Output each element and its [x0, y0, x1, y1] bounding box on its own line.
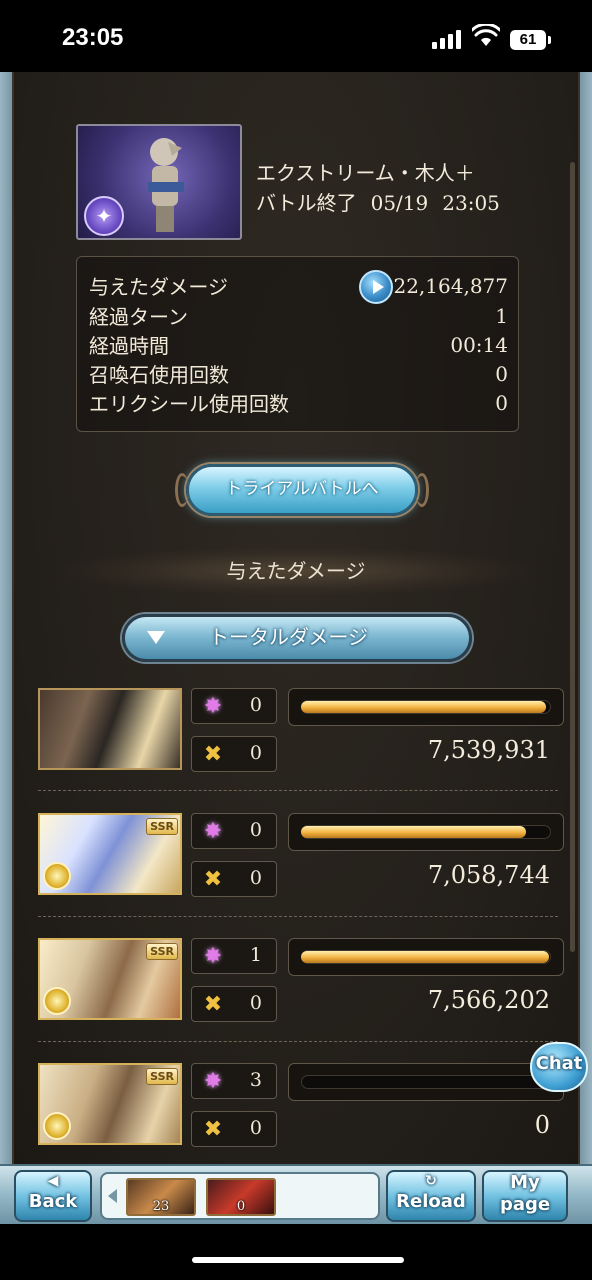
row-divider [38, 790, 558, 791]
reload-button[interactable]: ↻ Reload [386, 1170, 476, 1222]
ougi-count-badge: ✖ 0 [191, 736, 277, 772]
tray-left-arrow-icon[interactable] [108, 1189, 117, 1203]
battle-date: 05/19 [370, 191, 429, 215]
stat-row-turns: 経過ターン 1 [89, 303, 508, 330]
dropdown-triangle-icon [147, 631, 165, 644]
enemy-thumbnail: ✦ [76, 124, 242, 240]
battle-stats-box: 与えたダメージ 22,164,877 経過ターン 1 経過時間 00:14 召喚石使用… [76, 256, 519, 432]
character-portrait[interactable]: SSR [38, 938, 182, 1020]
skill-count-badge: ✸ 0 [191, 688, 277, 724]
my-page-button[interactable]: My page [482, 1170, 568, 1222]
ougi-swords-icon: ✖ [203, 867, 223, 892]
scrollbar[interactable] [570, 162, 575, 952]
character-damage: 0 [534, 1111, 550, 1139]
back-button[interactable]: ◀ Back [14, 1170, 92, 1222]
trial-battle-button[interactable]: トライアルバトルへ [175, 464, 429, 516]
wifi-icon [472, 24, 500, 46]
ssr-badge: SSR [146, 1068, 178, 1085]
row-divider [38, 916, 558, 917]
skill-star-icon: ✸ [203, 944, 223, 969]
damage-gauge [288, 1063, 564, 1101]
ssr-badge: SSR [146, 818, 178, 835]
bottom-nav-bar: ◀ Back 23 0 ↻ Reload My page [0, 1164, 592, 1224]
ougi-count-badge: ✖ 0 [191, 1111, 277, 1147]
character-portrait[interactable]: SSR [38, 1063, 182, 1145]
total-damage-dropdown[interactable]: トータルダメージ [122, 614, 472, 662]
light-element-icon [43, 987, 71, 1015]
home-indicator[interactable] [192, 1257, 404, 1263]
ougi-swords-icon: ✖ [203, 742, 223, 767]
stat-row-time: 経過時間 00:14 [89, 332, 508, 359]
skill-star-icon: ✸ [203, 1069, 223, 1094]
ougi-count-badge: ✖ 0 [191, 861, 277, 897]
character-portrait[interactable] [38, 688, 182, 770]
character-damage: 7,539,931 [427, 736, 550, 764]
item-tray: 23 0 [100, 1172, 380, 1220]
battery-icon: 61 [510, 30, 551, 50]
stat-row-elixirs: エリクシール使用回数 0 [89, 390, 508, 417]
skill-star-icon: ✸ [203, 694, 223, 719]
stat-row-summons: 召喚石使用回数 0 [89, 361, 508, 388]
status-bar: 23:05 61 [0, 0, 592, 72]
skill-count-badge: ✸ 0 [191, 813, 277, 849]
training-dummy-image [148, 138, 184, 232]
game-frame: ✦ エクストリーム・木人＋ バトル終了 05/19 23:05 与えたダメージ 22,… [0, 72, 592, 1164]
character-portrait[interactable]: SSR [38, 813, 182, 895]
ssr-badge: SSR [146, 943, 178, 960]
character-row: SSR ✸ 0 ✖ 0 7,058,744 [38, 813, 564, 897]
ougi-count-badge: ✖ 0 [191, 986, 277, 1022]
ougi-swords-icon: ✖ [203, 992, 223, 1017]
light-element-icon [43, 862, 71, 890]
battle-time: 23:05 [442, 191, 500, 215]
skill-star-icon: ✸ [203, 819, 223, 844]
character-damage: 7,566,202 [427, 986, 550, 1014]
chat-button[interactable]: Chat [530, 1042, 588, 1092]
skill-count-badge: ✸ 1 [191, 938, 277, 974]
row-divider [38, 1041, 558, 1042]
character-row: ✸ 0 ✖ 0 7,539,931 [38, 688, 564, 772]
result-panel[interactable]: ✦ エクストリーム・木人＋ バトル終了 05/19 23:05 与えたダメージ 22,… [12, 72, 580, 1164]
battle-status: バトル終了 [256, 191, 357, 215]
light-element-icon [43, 1112, 71, 1140]
character-row: SSR ✸ 3 ✖ 0 0 [38, 1063, 564, 1147]
status-time: 23:05 [62, 24, 124, 51]
signal-icon [432, 30, 461, 49]
skill-count-badge: ✸ 3 [191, 1063, 277, 1099]
back-arrow-icon: ◀ [47, 1173, 59, 1189]
wind-element-icon: ✦ [84, 196, 124, 236]
item-slot[interactable]: 23 [126, 1178, 196, 1216]
damage-gauge [288, 938, 564, 976]
ougi-swords-icon: ✖ [203, 1117, 223, 1142]
damage-gauge [288, 813, 564, 851]
item-slot[interactable]: 0 [206, 1178, 276, 1216]
stat-row-damage: 与えたダメージ 22,164,877 [89, 273, 508, 300]
damage-gauge [288, 688, 564, 726]
battle-title: エクストリーム・木人＋ バトル終了 05/19 23:05 [256, 158, 514, 218]
character-row: SSR ✸ 1 ✖ 0 7,566,202 [38, 938, 564, 1022]
reload-icon: ↻ [425, 1173, 437, 1189]
character-damage: 7,058,744 [427, 861, 550, 889]
battle-name: エクストリーム・木人＋ [256, 161, 475, 185]
damage-section-header: 与えたダメージ [66, 548, 526, 594]
